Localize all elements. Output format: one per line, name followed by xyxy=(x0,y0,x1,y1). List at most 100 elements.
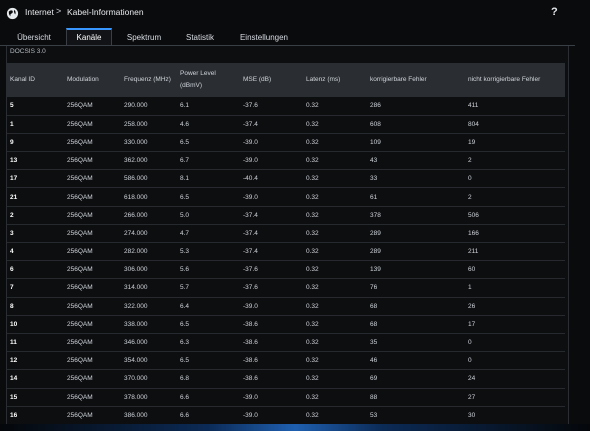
tab-statistik[interactable]: Statistik xyxy=(178,28,222,46)
table-cell: 16 xyxy=(10,411,18,419)
column-header: Latenz (ms) xyxy=(306,76,341,83)
table-cell: 27 xyxy=(468,393,476,401)
table-cell: 21 xyxy=(10,193,18,201)
table-row: 6 256QAM 306.000 5.6 -37.6 0.32 139 60 xyxy=(7,261,565,279)
table-cell: 5.6 xyxy=(180,266,190,274)
table-cell: 68 xyxy=(370,302,378,310)
table-cell: 6.5 xyxy=(180,193,190,201)
table-cell: 6.4 xyxy=(180,302,190,310)
table-row: 4 256QAM 282.000 5.3 -37.4 0.32 289 211 xyxy=(7,243,565,261)
table-cell: 256QAM xyxy=(67,266,93,274)
table-cell: 0.32 xyxy=(306,229,319,237)
table-cell: 0.32 xyxy=(306,120,319,128)
table-cell: 4.7 xyxy=(180,229,190,237)
table-cell: 0.32 xyxy=(306,339,319,347)
table-row: 2 256QAM 266.000 5.0 -37.4 0.32 378 506 xyxy=(7,206,565,225)
table-cell: 8.1 xyxy=(180,175,190,183)
table-cell: 68 xyxy=(370,320,378,328)
table-cell: 7 xyxy=(10,284,14,292)
table-cell: 362.000 xyxy=(124,157,148,165)
globe-icon[interactable] xyxy=(6,7,19,20)
table-cell: 330.000 xyxy=(124,138,148,146)
table-row: 3 256QAM 274.000 4.7 -37.4 0.32 289 166 xyxy=(7,224,565,243)
table-row: 15 256QAM 378.000 6.6 -39.0 0.32 88 27 xyxy=(7,388,565,407)
column-header: Power Level (dBmV) xyxy=(180,70,216,89)
table-cell: 17 xyxy=(10,175,18,183)
table-cell: 256QAM xyxy=(67,193,93,201)
table-cell: -40.4 xyxy=(243,175,258,183)
table-cell: 6.5 xyxy=(180,320,190,328)
table-cell: 804 xyxy=(468,120,479,128)
table-cell: 19 xyxy=(468,138,476,146)
table-cell: 1 xyxy=(10,120,14,128)
table-cell: -39.0 xyxy=(243,393,258,401)
bottom-glow xyxy=(0,424,590,431)
table-cell: -39.0 xyxy=(243,193,258,201)
table-cell: 0.32 xyxy=(306,284,319,292)
table-cell: 6.5 xyxy=(180,357,190,365)
table-cell: 30 xyxy=(468,411,476,419)
table-cell: 33 xyxy=(370,175,378,183)
table-cell: 274.000 xyxy=(124,229,148,237)
table-cell: 43 xyxy=(370,157,378,165)
table-cell: -38.6 xyxy=(243,339,258,347)
table-cell: 76 xyxy=(370,284,378,292)
tab-uebersicht[interactable]: Übersicht xyxy=(10,28,58,46)
table-cell: 4.6 xyxy=(180,120,190,128)
table-cell: -37.4 xyxy=(243,229,258,237)
table-cell: 0.32 xyxy=(306,138,319,146)
table-cell: 4 xyxy=(10,248,14,256)
channel-table: Kanal ID Modulation Frequenz (MHz) Power Le… xyxy=(7,63,565,425)
table-cell: 0 xyxy=(468,357,472,365)
table-cell: -39.0 xyxy=(243,157,258,165)
table-cell: 14 xyxy=(10,375,18,383)
table-cell: 2 xyxy=(468,193,472,201)
table-cell: 608 xyxy=(370,120,381,128)
table-cell: -37.6 xyxy=(243,284,258,292)
table-cell: 46 xyxy=(370,357,378,365)
column-header: nicht korrigierbare Fehler xyxy=(468,76,541,83)
tab-spektrum[interactable]: Spektrum xyxy=(120,28,168,46)
table-cell: 12 xyxy=(10,357,18,365)
table-row: 12 256QAM 354.000 6.5 -38.6 0.32 46 0 xyxy=(7,352,565,370)
table-cell: 618.000 xyxy=(124,193,148,201)
table-cell: 0.32 xyxy=(306,357,319,365)
table-cell: 11 xyxy=(10,339,17,347)
table-row: 21 256QAM 618.000 6.5 -39.0 0.32 61 2 xyxy=(7,188,565,207)
table-cell: 5.3 xyxy=(180,248,190,256)
table-cell: 0.32 xyxy=(306,157,319,165)
table-row: 13 256QAM 362.000 6.7 -39.0 0.32 43 2 xyxy=(7,152,565,170)
table-cell: 6.1 xyxy=(180,102,190,110)
table-cell: 0.32 xyxy=(306,375,319,383)
table-cell: 256QAM xyxy=(67,393,93,401)
table-cell: 0.32 xyxy=(306,102,319,110)
table-cell: -38.6 xyxy=(243,320,258,328)
table-cell: 0 xyxy=(468,175,472,183)
breadcrumb-internet[interactable]: Internet xyxy=(25,7,54,17)
table-cell: 6.3 xyxy=(180,339,190,347)
table-row: 10 256QAM 338.000 6.5 -38.6 0.32 68 17 xyxy=(7,315,565,334)
tab-kanaele[interactable]: Kanäle xyxy=(66,28,112,46)
table-cell: 258.000 xyxy=(124,120,148,128)
table-cell: 17 xyxy=(468,320,476,328)
table-cell: 346.000 xyxy=(124,339,148,347)
table-cell: 10 xyxy=(10,320,18,328)
table-cell: 109 xyxy=(370,138,381,146)
table-cell: 211 xyxy=(468,248,479,256)
table-cell: 378.000 xyxy=(124,393,148,401)
table-cell: 411 xyxy=(468,102,479,110)
table-cell: 256QAM xyxy=(67,375,93,383)
table-cell: -39.0 xyxy=(243,302,258,310)
table-cell: 53 xyxy=(370,411,378,419)
table-cell: -39.0 xyxy=(243,138,258,146)
table-cell: 60 xyxy=(468,266,476,274)
table-cell: 256QAM xyxy=(67,302,93,310)
table-cell: 2 xyxy=(468,157,472,165)
table-cell: 9 xyxy=(10,138,14,146)
tab-einstellungen[interactable]: Einstellungen xyxy=(232,28,296,46)
table-cell: 370.000 xyxy=(124,375,148,383)
help-icon[interactable]: ? xyxy=(551,6,558,18)
table-cell: 2 xyxy=(10,211,14,219)
table-cell: 506 xyxy=(468,211,479,219)
table-cell: 139 xyxy=(370,266,381,274)
